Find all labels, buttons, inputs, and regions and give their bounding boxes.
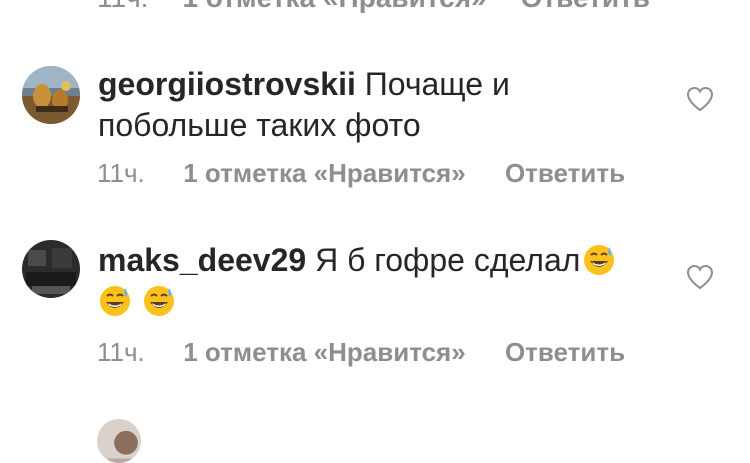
comment-username[interactable]: georgiiostrovskii [98, 66, 356, 102]
avatar[interactable] [22, 66, 80, 124]
comment-time: 11ч. [97, 337, 145, 367]
painting-avatar-icon [22, 66, 80, 124]
heart-outline-icon [686, 86, 714, 112]
comment-time: 11ч. [97, 158, 145, 188]
comment-username[interactable]: maks_deev29 [98, 242, 306, 278]
grinning-sweat-emoji-icon [142, 284, 176, 318]
like-button[interactable] [686, 264, 714, 290]
likes-count-link[interactable]: 1 отметка «Нравится» [182, 0, 486, 14]
reply-avatar-icon [97, 419, 141, 463]
avatar[interactable] [22, 240, 80, 298]
comment-body: georgiiostrovskii Почаще и побольше таки… [98, 64, 658, 146]
dark-photo-avatar-icon [22, 240, 80, 298]
comment-time: 11ч. [97, 0, 148, 14]
grinning-sweat-emoji-icon [98, 284, 132, 318]
reply-button[interactable]: Ответить [505, 337, 625, 368]
comment-text: Я б гофре сделал [315, 242, 581, 278]
likes-count-link[interactable]: 1 отметка «Нравится» [183, 158, 465, 189]
reply-button[interactable]: Ответить [505, 158, 625, 189]
comment-meta: 11ч. 1 отметка «Нравится» Ответить [97, 337, 625, 368]
reply-button[interactable]: Ответить [521, 0, 650, 14]
grinning-sweat-emoji-icon [582, 243, 616, 277]
likes-count-link[interactable]: 1 отметка «Нравится» [183, 337, 465, 368]
comment-body: maks_deev29 Я б гофре сделал [98, 240, 658, 322]
previous-comment-meta: 11ч. 1 отметка «Нравится» Ответить [97, 0, 650, 14]
avatar[interactable] [97, 419, 141, 463]
like-button[interactable] [686, 86, 714, 112]
heart-outline-icon [686, 264, 714, 290]
comment-meta: 11ч. 1 отметка «Нравится» Ответить [97, 158, 625, 189]
